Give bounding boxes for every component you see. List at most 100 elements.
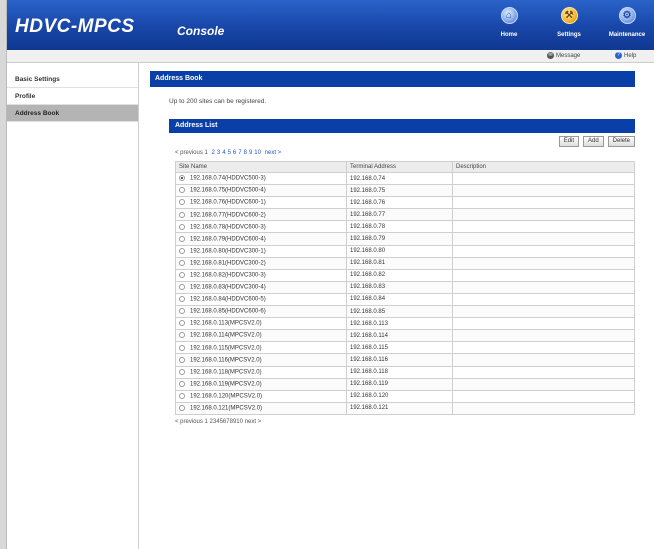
site-name-cell[interactable]: 192.168.0.80(HDDVC300-1) [175,244,347,258]
site-name-cell[interactable]: 192.168.0.118(MPCSV2.0) [175,365,347,379]
table-row[interactable]: 192.168.0.116(MPCSV2.0) 192.168.0.116 [175,353,635,367]
maintenance-button[interactable]: ⚙ Maintenance [605,7,649,38]
table-row[interactable]: 192.168.0.75(HDDVC500-4) 192.168.0.75 [175,184,635,198]
site-name-cell[interactable]: 192.168.0.120(MPCSV2.0) [175,389,347,403]
pager-top: < previous 1 2 3 4 5 6 7 8 9 10 next > [175,150,635,160]
site-name-text: 192.168.0.83(HDDVC300-4) [190,284,266,291]
row-select-radio[interactable] [179,187,185,194]
table-row[interactable]: 192.168.0.74(HDDVC500-3) 192.168.0.74 [175,171,635,186]
table-row[interactable]: 192.168.0.115(MPCSV2.0) 192.168.0.115 [175,341,635,355]
row-select-radio[interactable] [179,296,185,303]
site-name-cell[interactable]: 192.168.0.82(HDDVC300-3) [175,268,347,282]
description-cell [452,256,635,270]
row-select-radio[interactable] [179,392,185,399]
site-name-cell[interactable]: 192.168.0.74(HDDVC500-3) [175,171,347,186]
table-row[interactable]: 192.168.0.113(MPCSV2.0) 192.168.0.113 [175,317,635,331]
site-name-cell[interactable]: 192.168.0.121(MPCSV2.0) [175,401,347,415]
row-select-radio[interactable] [179,259,185,266]
row-select-radio[interactable] [179,175,185,182]
table-row[interactable]: 192.168.0.78(HDDVC600-3) 192.168.0.78 [175,220,635,234]
edit-button[interactable]: Edit [558,136,580,147]
row-select-radio[interactable] [179,199,185,206]
row-select-radio[interactable] [179,308,185,315]
table-row[interactable]: 192.168.0.81(HDDVC300-2) 192.168.0.81 [175,256,635,270]
description-cell [452,329,635,343]
site-name-cell[interactable]: 192.168.0.116(MPCSV2.0) [175,353,347,367]
table-row[interactable]: 192.168.0.119(MPCSV2.0) 192.168.0.119 [175,377,635,391]
row-select-radio[interactable] [179,235,185,242]
table-row[interactable]: 192.168.0.80(HDDVC300-1) 192.168.0.80 [175,244,635,258]
row-select-radio[interactable] [179,405,185,412]
pager-page-link[interactable]: 10 [254,150,261,156]
site-name-cell[interactable]: 192.168.0.114(MPCSV2.0) [175,329,347,343]
site-name-cell[interactable]: 192.168.0.119(MPCSV2.0) [175,377,347,391]
site-name-cell[interactable]: 192.168.0.115(MPCSV2.0) [175,341,347,355]
site-name-cell[interactable]: 192.168.0.75(HDDVC500-4) [175,184,347,198]
row-select-radio[interactable] [179,368,185,375]
table-row[interactable]: 192.168.0.114(MPCSV2.0) 192.168.0.114 [175,329,635,343]
site-name-cell[interactable]: 192.168.0.76(HDDVC600-1) [175,196,347,210]
table-row[interactable]: 192.168.0.79(HDDVC600-4) 192.168.0.79 [175,232,635,246]
delete-button[interactable]: Delete [607,136,635,147]
help-link[interactable]: ? Help [615,52,636,59]
table-row[interactable]: 192.168.0.76(HDDVC600-1) 192.168.0.76 [175,196,635,210]
site-name-cell[interactable]: 192.168.0.113(MPCSV2.0) [175,317,347,331]
home-button[interactable]: ⌂ Home [487,7,531,38]
terminal-address-cell: 192.168.0.85 [346,305,453,319]
pager-next[interactable]: next > [265,150,282,156]
table-row[interactable]: 192.168.0.83(HDDVC300-4) 192.168.0.83 [175,280,635,294]
row-select-radio[interactable] [179,223,185,230]
table-row[interactable]: 192.168.0.121(MPCSV2.0) 192.168.0.121 [175,401,635,415]
row-select-radio[interactable] [179,380,185,387]
add-button[interactable]: Add [583,136,604,147]
row-select-radio[interactable] [179,332,185,339]
row-select-radio[interactable] [179,272,185,278]
site-name-cell[interactable]: 192.168.0.79(HDDVC600-4) [175,232,347,246]
table-row[interactable]: 192.168.0.82(HDDVC300-3) 192.168.0.82 [175,268,635,282]
site-name-cell[interactable]: 192.168.0.81(HDDVC300-2) [175,256,347,270]
site-name-cell[interactable]: 192.168.0.84(HDDVC600-5) [175,292,347,307]
row-select-radio[interactable] [179,320,185,327]
table-row[interactable]: 192.168.0.85(HDDVC600-6) 192.168.0.85 [175,305,635,319]
message-link[interactable]: ✉ Message [547,52,580,59]
description-cell [452,317,635,331]
address-table-body: 192.168.0.74(HDDVC500-3) 192.168.0.74 192.… [175,171,635,415]
row-select-radio[interactable] [179,356,185,363]
sidebar-item-profile[interactable]: Profile [7,88,138,105]
sidebar-item-basic-settings[interactable]: Basic Settings [7,71,138,88]
row-select-radio[interactable] [179,211,185,218]
row-select-radio[interactable] [179,284,185,291]
site-name-cell[interactable]: 192.168.0.85(HDDVC600-6) [175,305,347,319]
table-row[interactable]: 192.168.0.84(HDDVC600-5) 192.168.0.84 [175,292,635,307]
row-select-radio[interactable] [179,247,185,254]
site-name-cell[interactable]: 192.168.0.78(HDDVC600-3) [175,220,347,234]
row-select-radio[interactable] [179,344,185,351]
pager-page-link[interactable]: 8 [244,150,247,156]
list-toolbar: Edit Add Delete [150,133,635,150]
terminal-address-cell: 192.168.0.113 [346,317,453,331]
pager-page-link[interactable]: 5 [228,150,231,156]
pager-page-link[interactable]: 2 [212,150,215,156]
pager-page-link[interactable]: 3 [217,150,220,156]
site-name-cell[interactable]: 192.168.0.83(HDDVC300-4) [175,280,347,294]
pager-page-link[interactable]: 6 [233,150,236,156]
sidebar-item-address-book[interactable]: Address Book [7,105,138,122]
pager-previous[interactable]: < previous [175,419,203,425]
table-row[interactable]: 192.168.0.77(HDDVC600-2) 192.168.0.77 [175,208,635,222]
table-row[interactable]: 192.168.0.120(MPCSV2.0) 192.168.0.120 [175,389,635,403]
pager-page-link[interactable]: 4 [222,150,225,156]
pager-page-link[interactable]: 9 [249,150,252,156]
pager-page-link[interactable]: 7 [238,150,241,156]
description-cell [452,280,635,294]
pager-next[interactable]: next > [245,419,262,425]
pager-previous[interactable]: < previous [175,150,203,156]
terminal-address-cell: 192.168.0.84 [346,292,453,307]
main-content: Address Book Up to 200 sites can be regi… [150,71,635,425]
settings-button[interactable]: ⚒ Settings [547,7,591,38]
pager-page-link[interactable]: 10 [236,419,243,425]
site-name-cell[interactable]: 192.168.0.77(HDDVC600-2) [175,208,347,222]
pager-current-page: 1 [204,418,208,425]
description-cell [452,171,635,186]
table-row[interactable]: 192.168.0.118(MPCSV2.0) 192.168.0.118 [175,365,635,379]
terminal-address-cell: 192.168.0.119 [346,377,453,391]
